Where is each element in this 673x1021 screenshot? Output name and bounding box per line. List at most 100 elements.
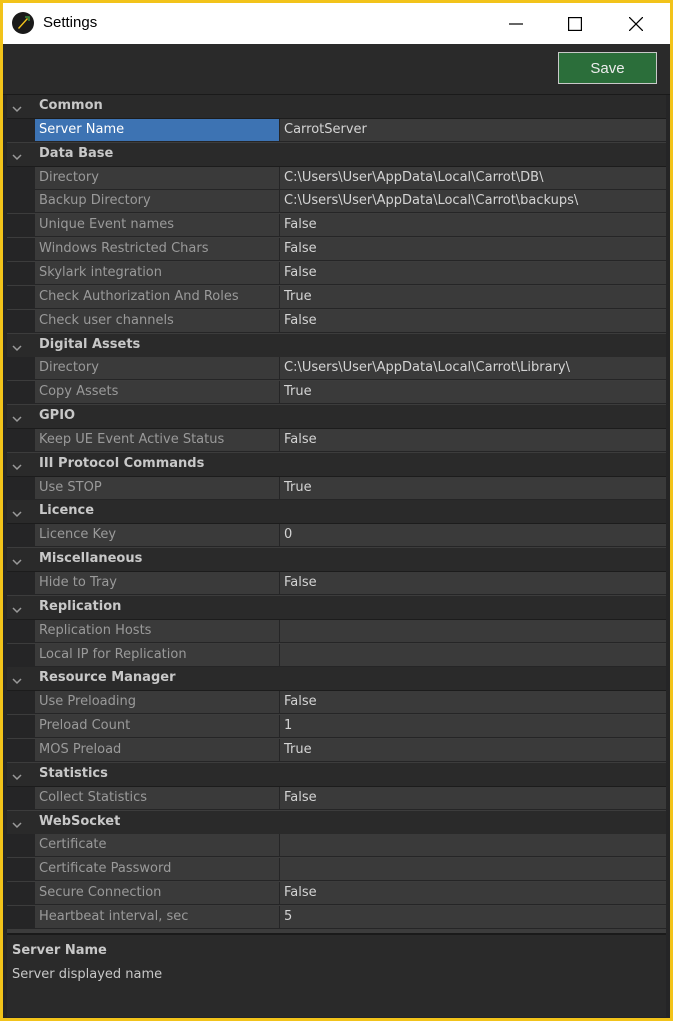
category-iii-protocol-commands[interactable]: III Protocol Commands (7, 452, 666, 477)
property-value[interactable]: True (280, 738, 666, 761)
property-row[interactable]: Certificate (7, 834, 666, 858)
property-row[interactable]: MOS Preload True (7, 738, 666, 762)
property-value[interactable]: C:\Users\User\AppData\Local\Carrot\Libra… (280, 357, 666, 380)
property-name[interactable]: Local IP for Replication (35, 643, 279, 666)
property-name[interactable]: Hide to Tray (35, 572, 279, 594)
property-name[interactable]: Use STOP (35, 476, 279, 499)
chevron-down-icon[interactable] (11, 816, 23, 835)
property-name[interactable]: Check user channels (35, 309, 279, 332)
property-name[interactable]: Keep UE Event Active Status (35, 428, 279, 451)
chevron-down-icon[interactable] (11, 148, 23, 167)
property-name[interactable]: Heartbeat interval, sec (35, 905, 279, 928)
property-value[interactable]: C:\Users\User\AppData\Local\Carrot\backu… (280, 190, 666, 213)
property-name[interactable]: Preload Count (35, 715, 279, 738)
property-row[interactable]: Licence Key 0 (7, 524, 666, 548)
property-value[interactable] (280, 858, 666, 881)
category-replication[interactable]: Replication (7, 595, 666, 620)
category-common[interactable]: Common (7, 95, 666, 119)
property-row[interactable]: Directory C:\Users\User\AppData\Local\Car… (7, 166, 666, 190)
category-licence[interactable]: Licence (7, 500, 666, 525)
property-value[interactable]: False (280, 214, 666, 237)
property-name[interactable]: Secure Connection (35, 882, 279, 905)
property-name[interactable]: Skylark integration (35, 261, 279, 284)
category-statistics[interactable]: Statistics (7, 762, 666, 787)
property-row[interactable]: Use STOP True (7, 476, 666, 500)
property-row[interactable]: Windows Restricted Chars False (7, 238, 666, 262)
property-name[interactable]: Backup Directory (35, 190, 279, 213)
property-name[interactable]: Windows Restricted Chars (35, 238, 279, 261)
property-row[interactable]: Directory C:\Users\User\AppData\Local\Car… (7, 357, 666, 381)
chevron-down-icon[interactable] (11, 505, 23, 524)
property-row[interactable]: Replication Hosts (7, 619, 666, 643)
category-websocket[interactable]: WebSocket (7, 810, 666, 835)
property-row[interactable]: Skylark integration False (7, 261, 666, 285)
property-row[interactable]: Heartbeat interval, sec 5 (7, 905, 666, 929)
category-miscellaneous[interactable]: Miscellaneous (7, 548, 666, 573)
property-row[interactable]: Check user channels False (7, 309, 666, 333)
chevron-down-icon[interactable] (11, 672, 23, 691)
chevron-down-icon[interactable] (11, 601, 23, 620)
property-value[interactable]: True (280, 285, 666, 308)
property-name[interactable]: Copy Assets (35, 381, 279, 404)
property-name[interactable]: Certificate Password (35, 858, 279, 881)
property-name[interactable]: Collect Statistics (35, 786, 279, 809)
property-value[interactable] (280, 834, 666, 857)
maximize-button[interactable] (546, 3, 604, 44)
property-value[interactable]: False (280, 786, 666, 809)
chevron-down-icon[interactable] (11, 100, 23, 119)
property-name[interactable]: Unique Event names (35, 214, 279, 237)
property-row[interactable]: Copy Assets True (7, 381, 666, 405)
property-row[interactable]: Collect Statistics False (7, 786, 666, 810)
property-row[interactable]: Certificate Password (7, 858, 666, 882)
property-row[interactable]: Use Preloading False (7, 691, 666, 715)
property-row[interactable]: Server Name CarrotServer (7, 118, 666, 142)
property-value[interactable]: 5 (280, 905, 666, 928)
property-value[interactable]: False (280, 309, 666, 332)
chevron-down-icon[interactable] (11, 410, 23, 429)
property-value[interactable]: False (280, 238, 666, 261)
category-digital-assets[interactable]: Digital Assets (7, 333, 666, 358)
property-value[interactable]: True (280, 381, 666, 404)
chevron-down-icon[interactable] (11, 458, 23, 477)
property-value[interactable] (280, 619, 666, 642)
property-row[interactable]: Local IP for Replication (7, 643, 666, 667)
save-button[interactable]: Save (558, 52, 657, 84)
property-name[interactable]: Server Name (35, 118, 279, 141)
property-value[interactable]: 0 (280, 524, 666, 547)
chevron-down-icon[interactable] (11, 339, 23, 358)
title-bar[interactable]: Settings (3, 3, 670, 44)
property-row[interactable]: Hide to Tray False (7, 572, 666, 595)
property-value[interactable]: CarrotServer (280, 118, 666, 141)
property-name[interactable]: Licence Key (35, 524, 279, 547)
property-value[interactable]: False (280, 691, 666, 714)
property-name[interactable]: Replication Hosts (35, 619, 279, 642)
property-row[interactable]: Keep UE Event Active Status False (7, 428, 666, 452)
property-row[interactable]: Backup Directory C:\Users\User\AppData\Lo… (7, 190, 666, 214)
property-row[interactable]: Preload Count 1 (7, 715, 666, 739)
category-data-base[interactable]: Data Base (7, 142, 666, 167)
category-gpio[interactable]: GPIO (7, 405, 666, 430)
chevron-down-icon[interactable] (11, 553, 23, 572)
property-value[interactable]: 1 (280, 715, 666, 738)
chevron-down-icon[interactable] (11, 768, 23, 787)
category-label: Common (39, 98, 103, 113)
property-value[interactable]: False (280, 428, 666, 451)
property-name[interactable]: MOS Preload (35, 738, 279, 761)
property-row[interactable]: Check Authorization And Roles True (7, 285, 666, 309)
property-value[interactable] (280, 643, 666, 666)
property-row[interactable]: Unique Event names False (7, 214, 666, 238)
property-name[interactable]: Check Authorization And Roles (35, 285, 279, 308)
property-name[interactable]: Certificate (35, 834, 279, 857)
property-name[interactable]: Directory (35, 166, 279, 189)
property-name[interactable]: Use Preloading (35, 691, 279, 714)
minimize-button[interactable] (487, 3, 545, 44)
property-value[interactable]: False (280, 261, 666, 284)
property-value[interactable]: False (280, 882, 666, 905)
property-name[interactable]: Directory (35, 357, 279, 380)
close-button[interactable] (607, 3, 665, 44)
category-resource-manager[interactable]: Resource Manager (7, 667, 666, 692)
property-value[interactable]: True (280, 476, 666, 499)
property-value[interactable]: False (280, 572, 666, 594)
property-value[interactable]: C:\Users\User\AppData\Local\Carrot\DB\ (280, 166, 666, 189)
property-row[interactable]: Secure Connection False (7, 882, 666, 906)
